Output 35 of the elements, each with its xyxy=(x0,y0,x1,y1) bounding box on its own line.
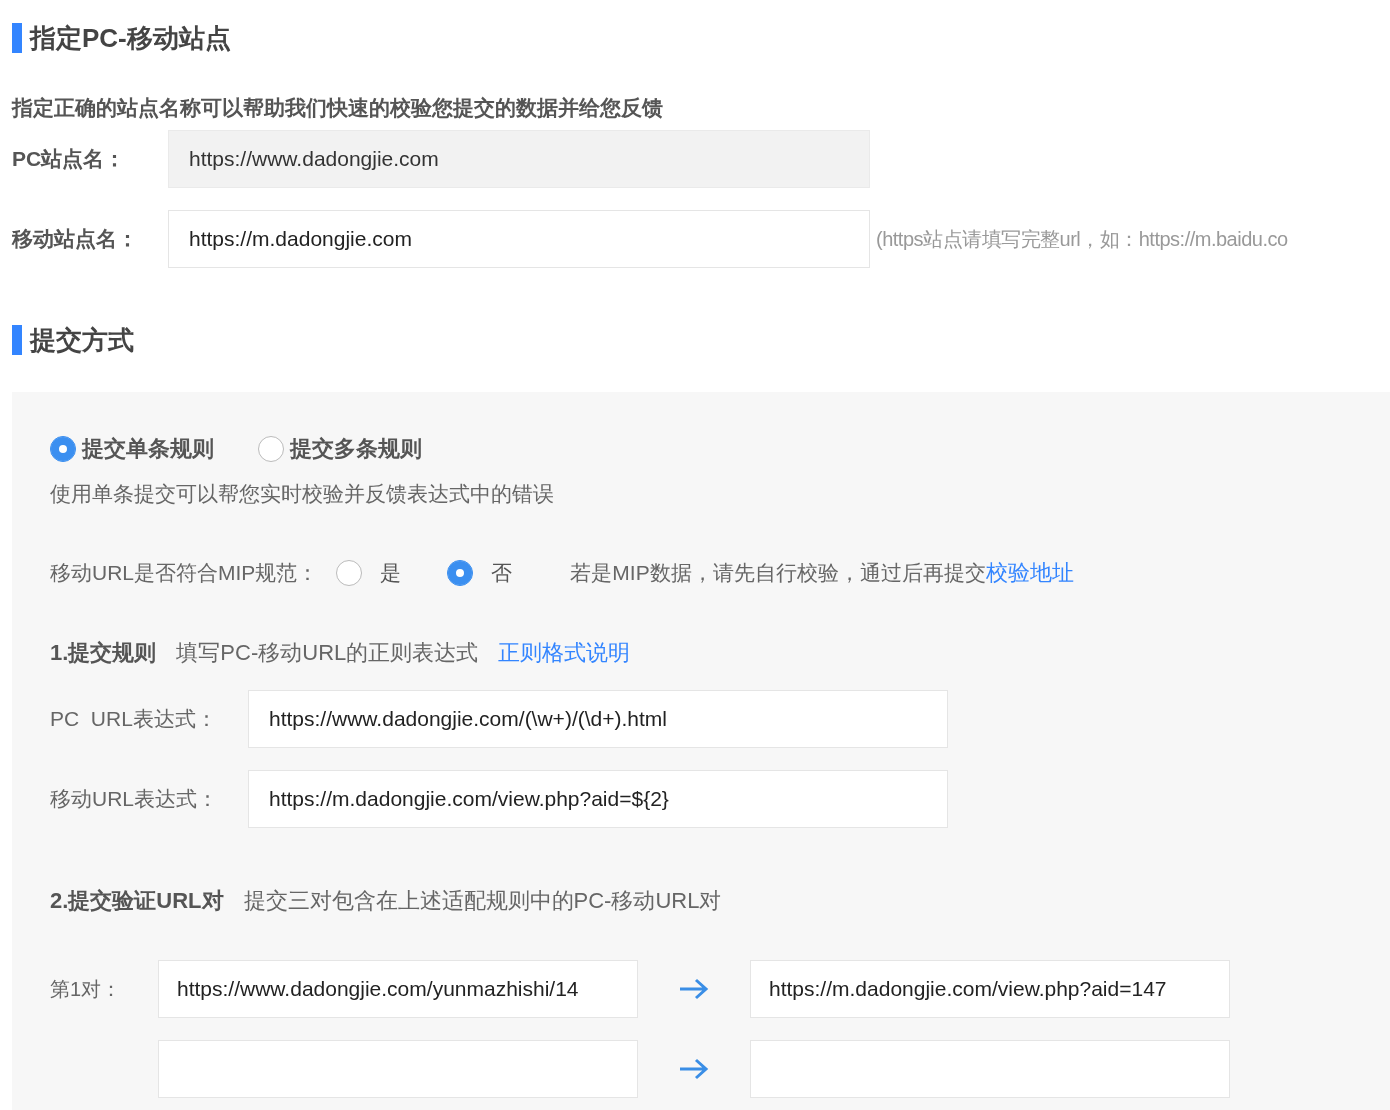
url-input[interactable]: https://m.dadongjie.com/view.php?aid=147 xyxy=(750,960,1230,1018)
step-title: 2.提交验证URL对 xyxy=(50,887,224,915)
url-input[interactable]: https://www.dadongjie.com/yunmazhishi/14 xyxy=(158,960,638,1018)
field-label: PC站点名： xyxy=(11,146,127,172)
field-label: 移动URL表达式： xyxy=(50,786,219,812)
url-input[interactable] xyxy=(158,1040,638,1098)
radio-button[interactable] xyxy=(336,560,363,586)
mode-note: 使用单条提交可以帮您实时校验并反馈表达式中的错误 xyxy=(50,481,555,507)
radio-button[interactable] xyxy=(447,560,474,586)
section-marker xyxy=(12,23,22,53)
regex-input[interactable]: https://m.dadongjie.com/view.php?aid=${2} xyxy=(248,770,948,828)
hint-text: (https站点请填写完整url，如：https://m.baidu.co xyxy=(876,226,1288,252)
step-description: 填写PC-移动URL的正则表达式 xyxy=(176,639,479,667)
radio-button[interactable] xyxy=(50,436,76,462)
url-input[interactable]: https://m.dadongjie.com xyxy=(168,210,870,268)
field-label: PC URL表达式： xyxy=(50,706,218,732)
intro-text: 指定正确的站点名称可以帮助我们快速的校验您提交的数据并给您反馈 xyxy=(12,95,664,121)
pair-label: 第1对： xyxy=(50,977,122,1000)
radio-label[interactable]: 提交多条规则 xyxy=(290,434,422,464)
radio-label[interactable]: 否 xyxy=(491,559,513,587)
step-title: 1.提交规则 xyxy=(50,639,157,667)
radio-button[interactable] xyxy=(258,436,284,462)
field-label: 移动站点名： xyxy=(10,226,139,252)
step-description: 提交三对包含在上述适配规则中的PC-移动URL对 xyxy=(243,887,722,915)
radio-label[interactable]: 提交单条规则 xyxy=(82,434,214,464)
radio-label[interactable]: 是 xyxy=(380,559,402,587)
section-marker xyxy=(12,325,22,355)
arrow-right-icon xyxy=(678,1057,710,1081)
section-title: 指定PC-移动站点 xyxy=(30,21,231,55)
section-title: 提交方式 xyxy=(30,323,134,357)
mip-label: 移动URL是否符合MIP规范： xyxy=(50,560,319,586)
arrow-right-icon xyxy=(678,977,710,1001)
regex-input[interactable]: https://www.dadongjie.com/(\w+)/(\d+).html xyxy=(248,690,948,748)
url-input[interactable] xyxy=(750,1040,1230,1098)
mip-note: 若是MIP数据，请先自行校验，通过后再提交校验地址 xyxy=(570,559,1074,587)
